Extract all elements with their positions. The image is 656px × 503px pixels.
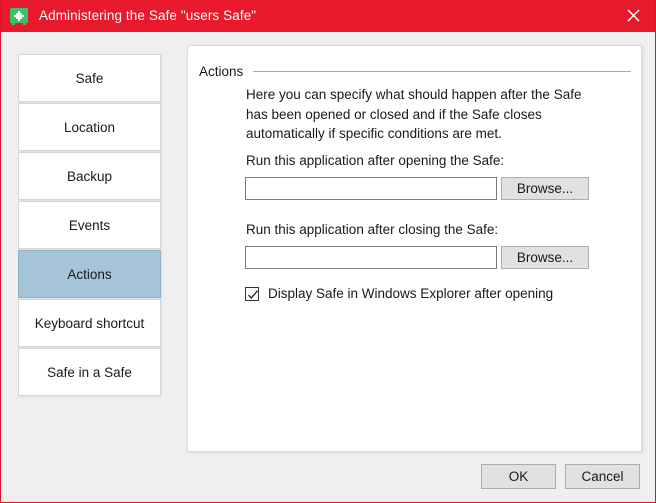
sidebar-item-label: Events xyxy=(69,218,110,233)
window-title: Administering the Safe "users Safe" xyxy=(39,8,256,23)
sidebar-item-events[interactable]: Events xyxy=(18,201,161,249)
sidebar-item-safe-in-a-safe[interactable]: Safe in a Safe xyxy=(18,348,161,396)
sidebar-item-label: Actions xyxy=(67,267,111,282)
ok-button[interactable]: OK xyxy=(481,464,556,489)
sidebar-item-actions[interactable]: Actions xyxy=(18,250,161,298)
sidebar-item-location[interactable]: Location xyxy=(18,103,161,151)
ok-button-label: OK xyxy=(509,469,529,484)
sidebar-item-label: Location xyxy=(64,120,115,135)
browse-button-label: Browse... xyxy=(517,181,573,196)
sidebar-item-label: Safe xyxy=(76,71,104,86)
run-after-opening-label: Run this application after opening the S… xyxy=(246,153,504,168)
safe-icon xyxy=(10,7,28,25)
sidebar: Safe Location Backup Events Actions Keyb… xyxy=(18,54,161,397)
checkmark-icon[interactable] xyxy=(245,287,259,301)
browse-button-opening[interactable]: Browse... xyxy=(501,177,589,200)
cancel-button[interactable]: Cancel xyxy=(565,464,640,489)
display-in-explorer-checkbox-row[interactable]: Display Safe in Windows Explorer after o… xyxy=(245,286,553,301)
browse-button-closing[interactable]: Browse... xyxy=(501,246,589,269)
description-text: Here you can specify what should happen … xyxy=(246,85,604,144)
dialog-window: Administering the Safe "users Safe" Safe… xyxy=(0,0,656,503)
sidebar-item-label: Safe in a Safe xyxy=(47,365,132,380)
title-bar: Administering the Safe "users Safe" xyxy=(0,0,656,32)
cancel-button-label: Cancel xyxy=(581,469,623,484)
close-icon[interactable] xyxy=(610,0,656,32)
group-divider xyxy=(253,71,631,72)
run-after-closing-input[interactable] xyxy=(245,246,497,269)
sidebar-item-safe[interactable]: Safe xyxy=(18,54,161,102)
sidebar-item-keyboard-shortcut[interactable]: Keyboard shortcut xyxy=(18,299,161,347)
group-header: Actions xyxy=(199,62,631,80)
sidebar-item-label: Keyboard shortcut xyxy=(35,316,145,331)
run-after-closing-label: Run this application after closing the S… xyxy=(246,222,498,237)
display-in-explorer-label: Display Safe in Windows Explorer after o… xyxy=(268,286,553,301)
run-after-opening-input[interactable] xyxy=(245,177,497,200)
browse-button-label: Browse... xyxy=(517,250,573,265)
group-title: Actions xyxy=(199,64,243,79)
sidebar-item-backup[interactable]: Backup xyxy=(18,152,161,200)
content-panel: Actions Here you can specify what should… xyxy=(187,45,642,452)
sidebar-item-label: Backup xyxy=(67,169,112,184)
